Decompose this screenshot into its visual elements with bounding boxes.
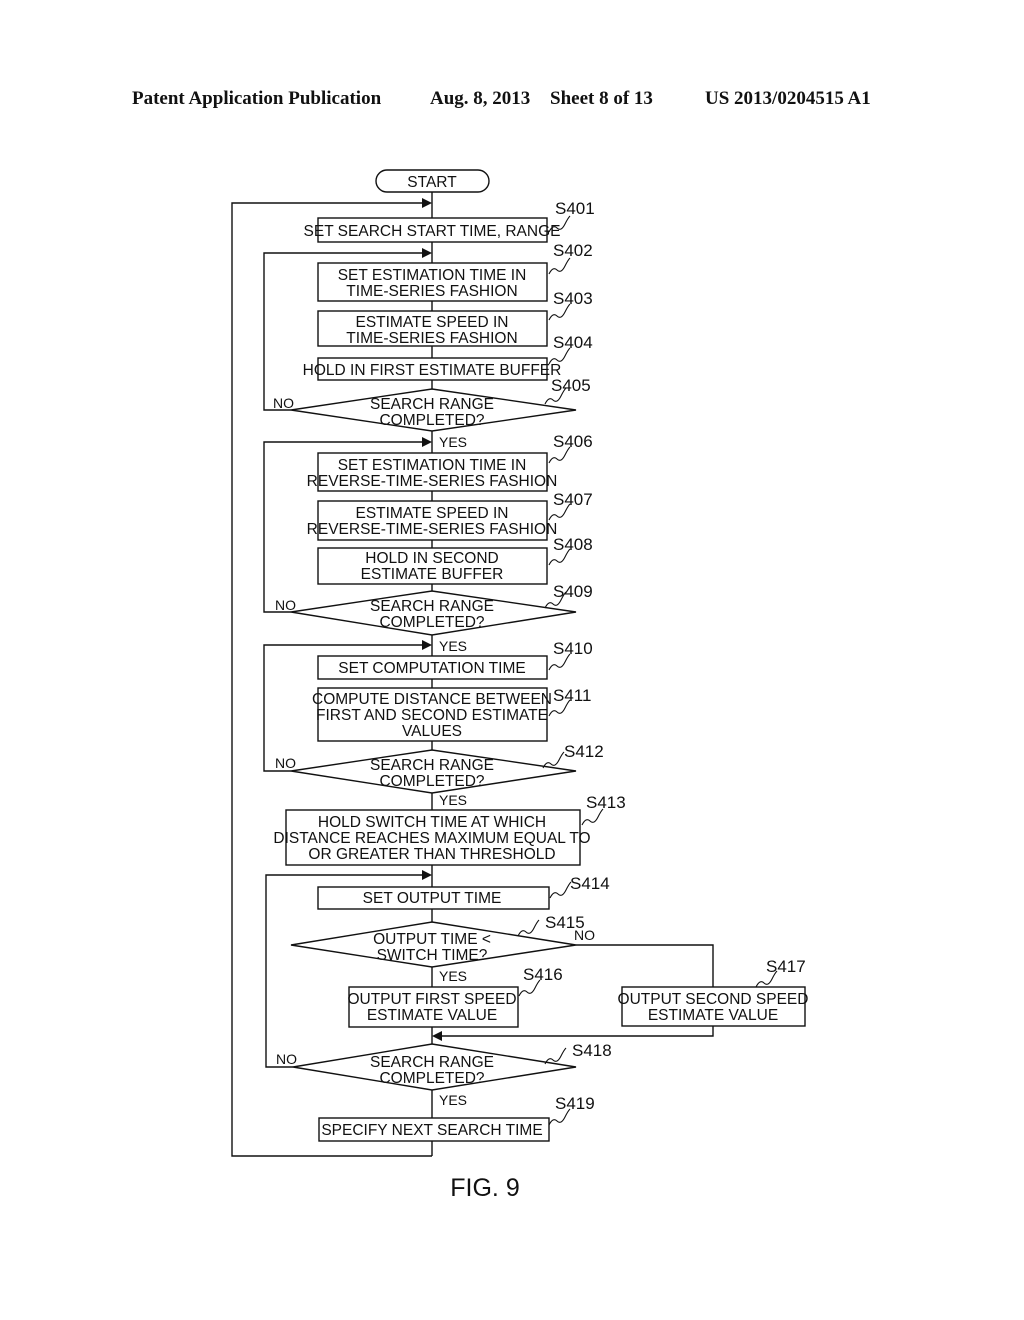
- step-text-s412: SEARCH RANGE: [370, 757, 494, 774]
- step-text-s409: COMPLETED?: [379, 614, 484, 631]
- step-id-s411: S411: [553, 686, 591, 705]
- step-text-s413: HOLD SWITCH TIME AT WHICH: [318, 814, 546, 831]
- step-text-s415: SWITCH TIME?: [377, 947, 488, 964]
- step-text-s410: SET COMPUTATION TIME: [338, 660, 525, 677]
- step-id-s418: S418: [572, 1041, 612, 1060]
- step-text-s402: TIME-SERIES FASHION: [346, 283, 517, 300]
- step-text-s416: ESTIMATE VALUE: [367, 1007, 497, 1024]
- step-text-s408: ESTIMATE BUFFER: [361, 566, 504, 583]
- yes-label-s418: YES: [439, 1092, 467, 1108]
- step-text-s412: COMPLETED?: [379, 773, 484, 790]
- leader-squiggle-s412: [542, 751, 565, 769]
- step-ids: S401 S402 S403 S404 S405 S406 S407 S408 S409 S410…: [517, 199, 806, 1126]
- step-id-s404: S404: [553, 333, 593, 352]
- step-id-s419: S419: [555, 1094, 595, 1113]
- yes-label-s409: YES: [439, 638, 467, 654]
- no-label-s405: NO: [273, 395, 294, 411]
- step-text-s418: SEARCH RANGE: [370, 1054, 494, 1071]
- step-text-s408: HOLD IN SECOND: [365, 550, 499, 567]
- step-text-s411: FIRST AND SECOND ESTIMATE: [316, 707, 548, 724]
- step-id-s417: S417: [766, 957, 806, 976]
- step-text-s414: SET OUTPUT TIME: [363, 890, 502, 907]
- step-id-s410: S410: [553, 639, 593, 658]
- step-text-s403: ESTIMATE SPEED IN: [355, 314, 508, 331]
- step-text-s411: COMPUTE DISTANCE BETWEEN: [312, 691, 552, 708]
- step-text-s403: TIME-SERIES FASHION: [346, 330, 517, 347]
- yes-label-s415: YES: [439, 968, 467, 984]
- figure-label: FIG. 9: [450, 1174, 519, 1202]
- step-text-s411: VALUES: [402, 723, 462, 740]
- leader-squiggle-s402: [548, 257, 571, 275]
- step-id-s416: S416: [523, 965, 563, 984]
- step-text-s407: REVERSE-TIME-SERIES FASHION: [307, 521, 558, 538]
- step-text-s409: SEARCH RANGE: [370, 598, 494, 615]
- step-id-s401: S401: [555, 199, 595, 218]
- step-text-s416: OUTPUT FIRST SPEED: [347, 991, 516, 1008]
- step-text-s415: OUTPUT TIME <: [373, 931, 491, 948]
- start-label: START: [407, 174, 457, 191]
- step-text-s401: SET SEARCH START TIME, RANGE: [304, 223, 561, 240]
- arrow-head: [422, 198, 432, 208]
- step-text-s413: DISTANCE REACHES MAXIMUM EQUAL TO: [273, 830, 590, 847]
- step-id-s409: S409: [553, 582, 593, 601]
- yes-label-s412: YES: [439, 792, 467, 808]
- arrow-head: [422, 870, 432, 880]
- leader-squiggle-s414: [549, 881, 572, 899]
- step-text-s405: COMPLETED?: [379, 412, 484, 429]
- step-text-s406: REVERSE-TIME-SERIES FASHION: [307, 473, 558, 490]
- leader-squiggle-s418: [544, 1047, 567, 1065]
- step-text-s418: COMPLETED?: [379, 1070, 484, 1087]
- arrow-head: [432, 1031, 442, 1041]
- flowchart: START SET SEARCH START TIME, RANGESET ES…: [231, 169, 809, 1202]
- step-id-s413: S413: [586, 793, 626, 812]
- arrow-head: [422, 437, 432, 447]
- step-id-s412: S412: [564, 742, 604, 761]
- step-text-s404: HOLD IN FIRST ESTIMATE BUFFER: [303, 362, 562, 379]
- no-label-s409: NO: [275, 597, 296, 613]
- step-id-s408: S408: [553, 535, 593, 554]
- yes-label-s405: YES: [439, 434, 467, 450]
- step-id-s407: S407: [553, 490, 593, 509]
- step-text-s405: SEARCH RANGE: [370, 396, 494, 413]
- step-text-s413: OR GREATER THAN THRESHOLD: [308, 846, 555, 863]
- step-text-s417: OUTPUT SECOND SPEED: [618, 991, 809, 1008]
- step-text-s407: ESTIMATE SPEED IN: [355, 505, 508, 522]
- step-text-s419: SPECIFY NEXT SEARCH TIME: [321, 1122, 542, 1139]
- leader-squiggle-s415: [517, 919, 540, 937]
- no-label-s418: NO: [276, 1051, 297, 1067]
- step-text-s402: SET ESTIMATION TIME IN: [338, 267, 527, 284]
- branch-s415-no: [576, 944, 714, 987]
- step-id-s414: S414: [570, 874, 610, 893]
- step-id-s405: S405: [551, 376, 591, 395]
- step-id-s406: S406: [553, 432, 593, 451]
- step-text-s406: SET ESTIMATION TIME IN: [338, 457, 527, 474]
- arrow-head: [422, 640, 432, 650]
- step-id-s403: S403: [553, 289, 593, 308]
- no-label-s412: NO: [275, 755, 296, 771]
- step-text-s417: ESTIMATE VALUE: [648, 1007, 778, 1024]
- arrow-head: [422, 248, 432, 258]
- step-id-s402: S402: [553, 241, 593, 260]
- no-label-s415: NO: [574, 927, 595, 943]
